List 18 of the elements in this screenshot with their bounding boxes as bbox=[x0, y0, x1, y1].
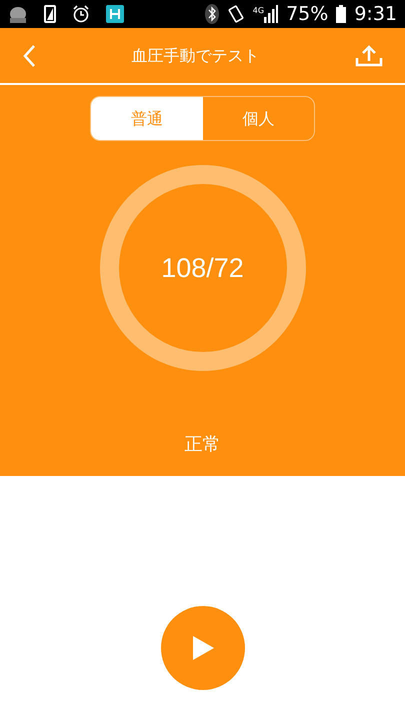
result-status: 正常 bbox=[184, 433, 220, 457]
phone-icon bbox=[44, 5, 56, 23]
app-icon bbox=[106, 5, 124, 23]
mode-tab[interactable]: 普通 bbox=[91, 97, 202, 140]
clock-time: 9:31 bbox=[354, 2, 397, 27]
blood-pressure-value: 108/72 bbox=[161, 252, 244, 285]
battery-icon bbox=[336, 5, 346, 23]
back-button[interactable] bbox=[22, 44, 36, 68]
battery-percentage: 75% bbox=[286, 2, 328, 27]
rotate-phone-icon bbox=[226, 5, 245, 23]
alarm-clock-icon bbox=[72, 5, 90, 23]
upload-button[interactable] bbox=[355, 44, 383, 66]
mode-tab[interactable]: 個人 bbox=[202, 97, 314, 140]
signal-icon bbox=[264, 5, 278, 23]
network-type: 4G bbox=[252, 5, 264, 17]
bluetooth-icon bbox=[204, 4, 219, 24]
play-icon bbox=[190, 635, 214, 661]
page-title: 血圧手動でテスト bbox=[132, 44, 260, 66]
